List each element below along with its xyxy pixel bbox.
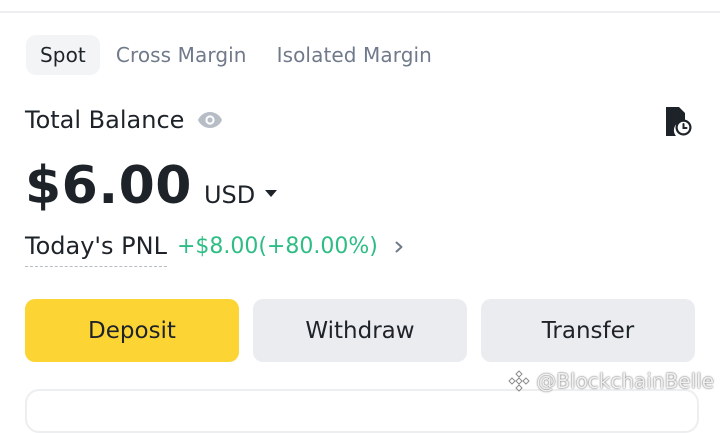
top-divider (0, 11, 720, 13)
pnl-value: +$8.00(+80.00%) (176, 233, 378, 259)
watermark-text: @BlockchainBelle (536, 369, 714, 393)
balance-amount-row: $6.00 USD (25, 156, 278, 216)
currency-selector[interactable]: USD (203, 181, 278, 209)
total-balance-header: Total Balance (25, 106, 224, 134)
withdraw-button[interactable]: Withdraw (253, 299, 467, 362)
account-tabs: Spot Cross Margin Isolated Margin (26, 35, 448, 75)
balance-amount: $6.00 (25, 156, 192, 216)
deposit-button[interactable]: Deposit (25, 299, 239, 362)
total-balance-label: Total Balance (25, 106, 185, 134)
chevron-right-icon (392, 239, 406, 260)
currency-label: USD (203, 181, 256, 209)
transfer-button[interactable]: Transfer (481, 299, 695, 362)
tab-cross-margin[interactable]: Cross Margin (102, 35, 261, 75)
tab-isolated-margin[interactable]: Isolated Margin (263, 35, 446, 75)
action-buttons: Deposit Withdraw Transfer (25, 299, 695, 362)
tab-spot[interactable]: Spot (26, 35, 100, 75)
eye-icon[interactable] (196, 106, 224, 134)
order-history-icon[interactable] (662, 104, 694, 138)
watermark: @BlockchainBelle (506, 368, 714, 394)
todays-pnl-row[interactable]: Today's PNL +$8.00(+80.00%) (25, 232, 406, 267)
next-card (25, 389, 699, 433)
pnl-label: Today's PNL (25, 232, 167, 267)
caret-down-icon (265, 189, 278, 197)
binance-logo-icon (508, 370, 531, 392)
